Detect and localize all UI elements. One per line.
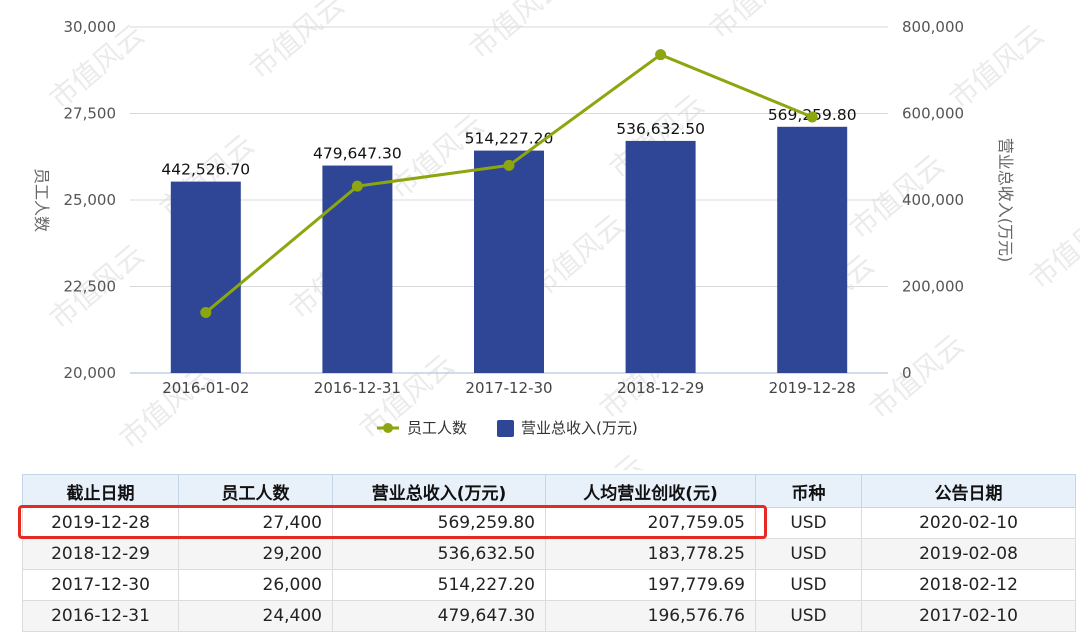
watermark-text: 市值风云	[1023, 198, 1080, 295]
cell-revenue-per-employee: 207,759.05	[545, 507, 756, 539]
cell-cutoff-date: 2019-12-28	[22, 507, 179, 539]
x-axis-tick-label: 2019-12-28	[769, 379, 856, 397]
bar-data-label: 514,227.20	[465, 130, 554, 148]
line-point[interactable]	[655, 49, 667, 61]
left-axis-tick-label: 27,500	[64, 105, 117, 123]
legend-bar-swatch	[497, 420, 514, 437]
cell-revenue-per-employee: 197,779.69	[545, 569, 756, 601]
bar-data-label: 442,526.70	[161, 161, 250, 179]
header-total-revenue[interactable]: 营业总收入(万元)	[332, 474, 546, 508]
cell-total-revenue: 569,259.80	[332, 507, 546, 539]
cell-employee-count: 26,000	[178, 569, 333, 601]
line-point[interactable]	[200, 306, 212, 318]
cell-currency: USD	[755, 507, 862, 539]
cell-total-revenue: 536,632.50	[332, 538, 546, 570]
bar-data-label: 479,647.30	[313, 145, 402, 163]
left-axis-title: 员工人数	[32, 168, 51, 232]
line-point[interactable]	[351, 180, 363, 192]
cell-announce-date: 2017-02-10	[861, 600, 1076, 632]
legend-line-marker	[383, 423, 393, 433]
cell-revenue-per-employee: 196,576.76	[545, 600, 756, 632]
watermark-text: 市值风云	[543, 448, 650, 470]
x-axis-labels: 2016-01-02 2016-12-31 2017-12-30 2018-12-29…	[162, 379, 856, 397]
cell-announce-date: 2020-02-10	[861, 507, 1076, 539]
bar[interactable]	[322, 165, 393, 373]
header-cutoff-date[interactable]: 截止日期	[22, 474, 179, 508]
cell-announce-date: 2019-02-08	[861, 538, 1076, 570]
bar-data-label: 536,632.50	[616, 120, 705, 138]
cell-currency: USD	[755, 569, 862, 601]
table-row: 2016-12-31 24,400 479,647.30 196,576.76 …	[22, 600, 1076, 632]
table-row: 2019-12-28 27,400 569,259.80 207,759.05 …	[22, 507, 1076, 539]
legend-bar-label[interactable]: 营业总收入(万元)	[521, 419, 638, 437]
cell-cutoff-date: 2017-12-30	[22, 569, 179, 601]
table-row: 2018-12-29 29,200 536,632.50 183,778.25 …	[22, 538, 1076, 570]
header-employee-count[interactable]: 员工人数	[178, 474, 333, 508]
legend[interactable]: 员工人数 营业总收入(万元)	[377, 419, 638, 437]
bar[interactable]	[170, 181, 241, 373]
watermark-text: 市值风云	[243, 0, 350, 85]
x-axis-tick-label: 2017-12-30	[465, 379, 552, 397]
cell-employee-count: 29,200	[178, 538, 333, 570]
watermark-text: 市值风云	[803, 468, 910, 470]
table-header-row: 截止日期 员工人数 营业总收入(万元) 人均营业创收(元) 币种 公告日期	[22, 474, 1076, 508]
combo-chart: 市值风云 市值风云 市值风云市值风云市值风云 市值风云 市值风云市值风云市值风云 市值风云…	[32, 0, 1080, 470]
cell-currency: USD	[755, 600, 862, 632]
cell-cutoff-date: 2016-12-31	[22, 600, 179, 632]
x-axis-tick-label: 2016-01-02	[162, 379, 249, 397]
cell-currency: USD	[755, 538, 862, 570]
left-axis-tick-label: 22,500	[64, 278, 117, 296]
cell-cutoff-date: 2018-12-29	[22, 538, 179, 570]
legend-line-label[interactable]: 员工人数	[407, 419, 467, 437]
x-axis-tick-label: 2018-12-29	[617, 379, 704, 397]
right-axis-tick-label: 600,000	[902, 105, 964, 123]
right-axis-tick-label: 0	[902, 364, 912, 382]
left-axis-tick-label: 30,000	[64, 18, 117, 36]
bar[interactable]	[474, 150, 544, 373]
watermark-text: 市值风云	[43, 468, 150, 470]
data-table: 截止日期 员工人数 营业总收入(万元) 人均营业创收(元) 币种 公告日期 20…	[22, 474, 1076, 632]
header-currency[interactable]: 币种	[755, 474, 862, 508]
cell-total-revenue: 514,227.20	[332, 569, 546, 601]
cell-announce-date: 2018-02-12	[861, 569, 1076, 601]
watermark-text: 市值风云	[463, 0, 570, 65]
right-axis-tick-label: 400,000	[902, 191, 964, 209]
bar[interactable]	[625, 140, 696, 373]
cell-employee-count: 27,400	[178, 507, 333, 539]
table-row: 2017-12-30 26,000 514,227.20 197,779.69 …	[22, 569, 1076, 601]
watermark-text: 市值风云	[863, 328, 970, 425]
left-axis-tick-label: 20,000	[64, 364, 117, 382]
header-revenue-per-employee[interactable]: 人均营业创收(元)	[545, 474, 756, 508]
cell-employee-count: 24,400	[178, 600, 333, 632]
line-point[interactable]	[503, 159, 515, 171]
right-axis-title: 营业总收入(万元)	[996, 138, 1015, 263]
watermark-text: 市值风云	[283, 468, 390, 470]
cell-total-revenue: 479,647.30	[332, 600, 546, 632]
right-axis-tick-label: 800,000	[902, 18, 964, 36]
right-axis-ticks: 0 200,000 400,000 600,000 800,000	[902, 18, 964, 382]
bar[interactable]	[777, 126, 848, 373]
left-axis-tick-label: 25,000	[64, 191, 117, 209]
x-axis-tick-label: 2016-12-31	[314, 379, 401, 397]
header-announce-date[interactable]: 公告日期	[861, 474, 1076, 508]
cell-revenue-per-employee: 183,778.25	[545, 538, 756, 570]
right-axis-tick-label: 200,000	[902, 278, 964, 296]
line-point[interactable]	[806, 111, 818, 123]
watermark-text: 市值风云	[703, 0, 810, 45]
